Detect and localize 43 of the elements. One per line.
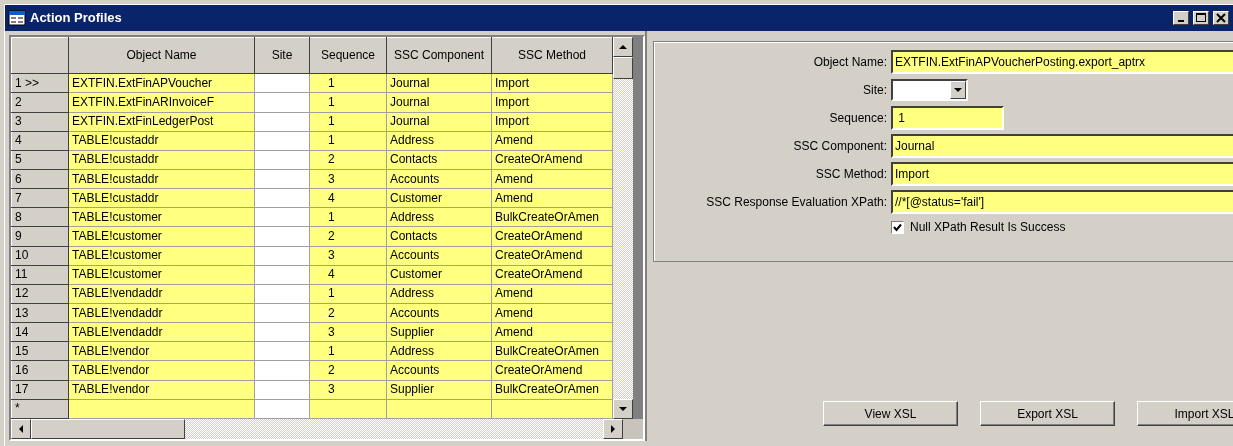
field-label: Object Name: xyxy=(812,53,887,71)
maximize-button[interactable] xyxy=(1193,11,1209,25)
column-header[interactable]: Site xyxy=(254,37,310,74)
down-arrow-icon xyxy=(953,86,963,93)
scroll-down-button[interactable] xyxy=(613,399,633,419)
input-field[interactable]: //*[@status='fail'] xyxy=(891,189,1233,214)
scroll-up-button[interactable] xyxy=(613,37,633,57)
field-label: SSC Response Evaluation XPath: xyxy=(705,193,887,211)
scroll-right-button[interactable] xyxy=(603,419,623,439)
close-button[interactable] xyxy=(1213,11,1229,25)
input-field[interactable]: EXTFIN.ExtFinAPVoucherPosting.export_aptrx xyxy=(891,49,1233,74)
column-header[interactable]: SSC Method xyxy=(491,37,613,74)
down-arrow-icon xyxy=(618,406,628,412)
maximize-icon xyxy=(1194,12,1208,24)
xsl-button[interactable]: Export XSL xyxy=(980,401,1115,426)
up-arrow-icon xyxy=(618,44,628,50)
horizontal-scrollbar[interactable] xyxy=(11,419,643,439)
field-label: SSC Method: xyxy=(814,165,887,183)
scroll-thumb[interactable] xyxy=(613,57,633,79)
site-dropdown[interactable] xyxy=(891,78,968,101)
input-field[interactable]: Import xyxy=(891,161,1233,186)
vertical-scrollbar[interactable] xyxy=(613,37,633,419)
column-header[interactable]: SSC Component xyxy=(386,37,492,74)
minimize-icon xyxy=(1178,20,1184,22)
window-title: Action Profiles xyxy=(30,9,123,28)
scroll-left-button[interactable] xyxy=(11,419,31,439)
column-header[interactable]: Object Name xyxy=(68,37,255,74)
column-header[interactable]: Sequence xyxy=(309,37,387,74)
field-label: Sequence: xyxy=(828,109,887,127)
right-arrow-icon xyxy=(610,424,616,434)
field-label: Site: xyxy=(862,81,887,99)
input-field[interactable]: 1 xyxy=(891,105,1004,130)
scrollbar-corner xyxy=(623,419,643,439)
close-icon xyxy=(1214,12,1228,24)
window-icon xyxy=(8,10,26,26)
checkbox-label: Null XPath Result Is Success xyxy=(910,219,1066,236)
checkbox[interactable] xyxy=(891,220,904,234)
minimize-button[interactable] xyxy=(1173,11,1189,25)
left-arrow-icon xyxy=(18,424,24,434)
scroll-thumb[interactable] xyxy=(31,419,185,439)
field-label: SSC Component: xyxy=(792,137,887,155)
input-field[interactable]: Journal xyxy=(891,133,1233,158)
xsl-button[interactable]: View XSL xyxy=(823,401,958,426)
